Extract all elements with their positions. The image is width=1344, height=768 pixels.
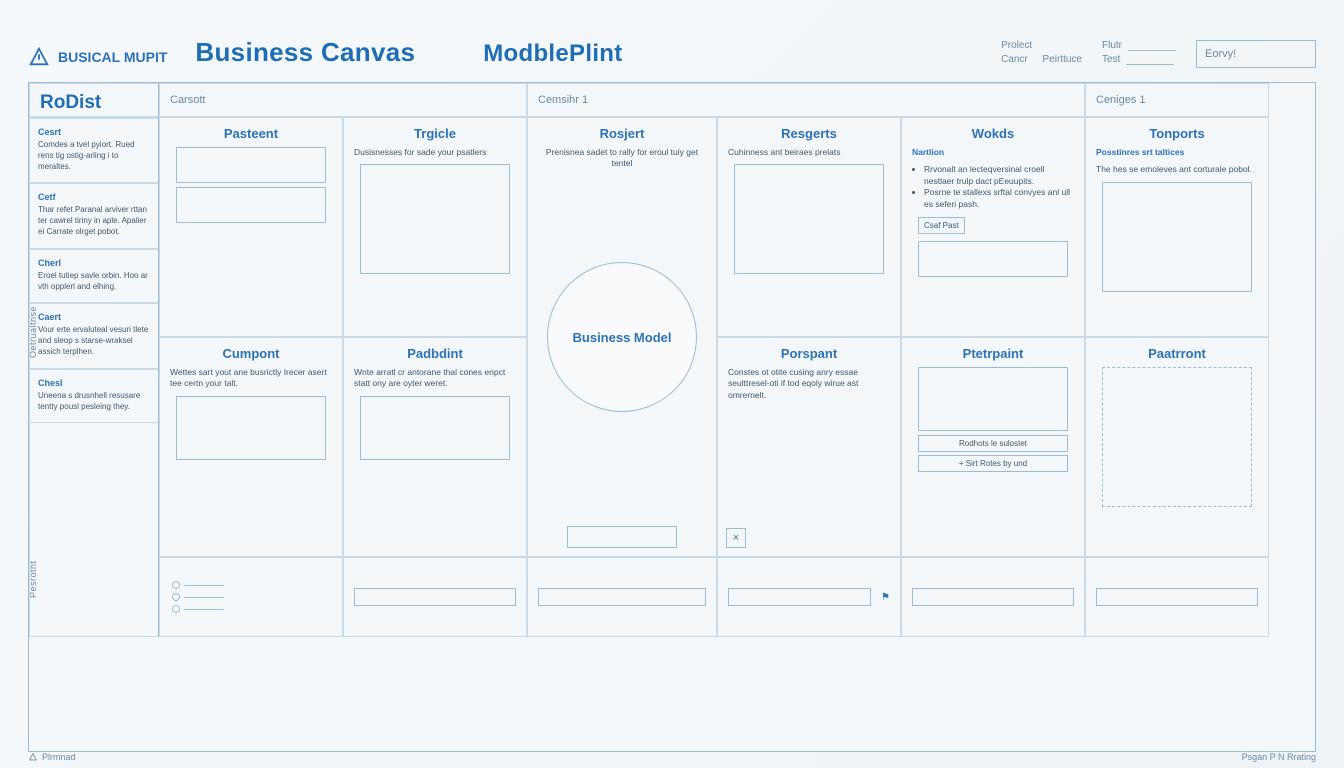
close-icon[interactable]: × bbox=[726, 528, 746, 548]
header: BUSICAL MUPIT Business Canvas ModblePlin… bbox=[28, 18, 1316, 68]
rail-label-top: Oetrualtnse bbox=[29, 306, 38, 358]
block-tonports[interactable]: Tonports Posstinres srt taltices The hes… bbox=[1085, 117, 1269, 337]
footer-bar-3[interactable]: ⚑ bbox=[717, 557, 901, 637]
block-padbdint[interactable]: Padbdint Wnte arratl cr antorane thal co… bbox=[343, 337, 527, 557]
footer-bar-4[interactable] bbox=[901, 557, 1085, 637]
footer-left: Plrmnad bbox=[28, 752, 76, 762]
footer-bar-1[interactable] bbox=[343, 557, 527, 637]
footer-right: Psgan P N Rrating bbox=[1242, 752, 1316, 762]
slot[interactable] bbox=[176, 187, 326, 223]
meta-flutr: Flutr bbox=[1102, 40, 1122, 51]
col-header-3: Ceniges 1 bbox=[1085, 83, 1269, 117]
block-pasteent[interactable]: Pasteent bbox=[159, 117, 343, 337]
chip[interactable]: + Sirt Rotes by und bbox=[918, 455, 1068, 472]
footer-bar-5[interactable] bbox=[1085, 557, 1269, 637]
sidebar: Oetrualtnse Pesrotht CesrtComdes a tvel … bbox=[29, 117, 159, 637]
linker-icon bbox=[172, 581, 224, 613]
meta-cancr: Cancr bbox=[1001, 54, 1028, 65]
canvas-grid: RoDist Carsott Cemsihr 1 Ceniges 1 Oetru… bbox=[28, 82, 1316, 752]
center-circle[interactable]: Business Model bbox=[547, 262, 697, 412]
slot[interactable] bbox=[734, 164, 884, 274]
slot[interactable] bbox=[360, 396, 510, 460]
triangle-icon bbox=[28, 752, 38, 762]
meta-test: Test bbox=[1102, 54, 1120, 65]
slot[interactable] bbox=[360, 164, 510, 274]
flag-icon: ⚑ bbox=[881, 592, 890, 603]
slot[interactable] bbox=[176, 147, 326, 183]
side-item-2[interactable]: CherlEroel tutiep savle orbin. Hoo ar vt… bbox=[30, 249, 158, 304]
meta-prolect: Prolect bbox=[1001, 40, 1032, 51]
side-item-4[interactable]: CheslUneena s drusnhell resusare tentty … bbox=[30, 369, 158, 424]
block-resgerts[interactable]: Resgerts Cuhinness ant beiraes prelats bbox=[717, 117, 901, 337]
meta-box-input[interactable]: Eorvy! bbox=[1196, 40, 1316, 68]
block-center: Rosjert Prenisnea sadet to rally for ero… bbox=[527, 117, 717, 557]
meta-peirttuce: Peirttuce bbox=[1043, 54, 1082, 65]
side-item-3[interactable]: CaertVour erte ervaluteal vesuri tlete a… bbox=[30, 303, 158, 368]
center-mini-slot[interactable] bbox=[567, 526, 677, 548]
footer-bar-2[interactable] bbox=[527, 557, 717, 637]
block-porspant[interactable]: Porspant Constes ot otite cusing anry es… bbox=[717, 337, 901, 557]
slot-dashed[interactable] bbox=[1102, 367, 1252, 507]
page-footer: Plrmnad Psgan P N Rrating bbox=[28, 752, 1316, 762]
brand-text: BUSICAL MUPIT bbox=[58, 49, 167, 65]
col-header-2: Cemsihr 1 bbox=[527, 83, 1085, 117]
page-title: Business Canvas bbox=[195, 37, 415, 68]
col-header-1: Carsott bbox=[159, 83, 527, 117]
block-ptetrpaint[interactable]: Ptetrpaint Rodhots le sulostet + Sirt Ro… bbox=[901, 337, 1085, 557]
underline-field-2[interactable] bbox=[1126, 55, 1174, 65]
slot[interactable] bbox=[1102, 182, 1252, 292]
slot[interactable] bbox=[918, 241, 1068, 277]
chip[interactable]: Rodhots le sulostet bbox=[918, 435, 1068, 452]
block-paatrront[interactable]: Paatrront bbox=[1085, 337, 1269, 557]
chip[interactable]: Csaf Past bbox=[918, 217, 965, 234]
side-item-1[interactable]: CetfThar refet Paranal arviver rttan ter… bbox=[30, 183, 158, 248]
slot[interactable] bbox=[918, 367, 1068, 431]
block-wokds[interactable]: Wokds Nartlion Rrvonalt an lecteqversina… bbox=[901, 117, 1085, 337]
header-meta: Prolect Cancr Peirttuce Flutr Test Eorvy… bbox=[1001, 40, 1316, 68]
triangle-icon bbox=[28, 46, 50, 68]
side-item-0[interactable]: CesrtComdes a tvel pyiort. Rued rens tig… bbox=[30, 118, 158, 183]
brand-logo: BUSICAL MUPIT bbox=[28, 46, 167, 68]
sidebar-title-cell: RoDist bbox=[29, 83, 159, 117]
rail-label-bottom: Pesrotht bbox=[29, 560, 38, 598]
block-cumpont[interactable]: Cumpont Wettes sart yout ane busrictly I… bbox=[159, 337, 343, 557]
page-subtitle: ModblePlint bbox=[483, 40, 622, 68]
underline-field[interactable] bbox=[1128, 41, 1176, 51]
footer-linker bbox=[159, 557, 343, 637]
slot[interactable] bbox=[176, 396, 326, 460]
block-trgicle[interactable]: Trgicle Dusisnesses for sade your psatle… bbox=[343, 117, 527, 337]
